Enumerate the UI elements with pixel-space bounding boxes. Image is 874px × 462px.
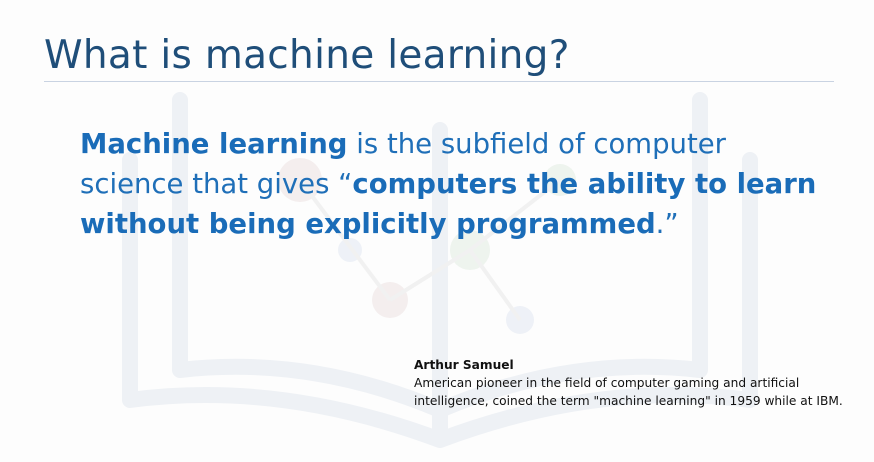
attribution-bio: American pioneer in the field of compute…: [414, 376, 843, 408]
attribution: Arthur Samuel American pioneer in the fi…: [414, 356, 854, 410]
slide: What is machine learning? Machine learni…: [0, 0, 874, 462]
definition-text: Machine learning is the subfield of comp…: [80, 124, 820, 244]
title-divider: [44, 81, 834, 82]
definition-close-quote: .”: [655, 208, 679, 240]
page-title: What is machine learning?: [44, 33, 570, 78]
definition-open-quote: “: [338, 168, 353, 200]
definition-term: Machine learning: [80, 128, 348, 160]
attribution-name: Arthur Samuel: [414, 358, 514, 372]
